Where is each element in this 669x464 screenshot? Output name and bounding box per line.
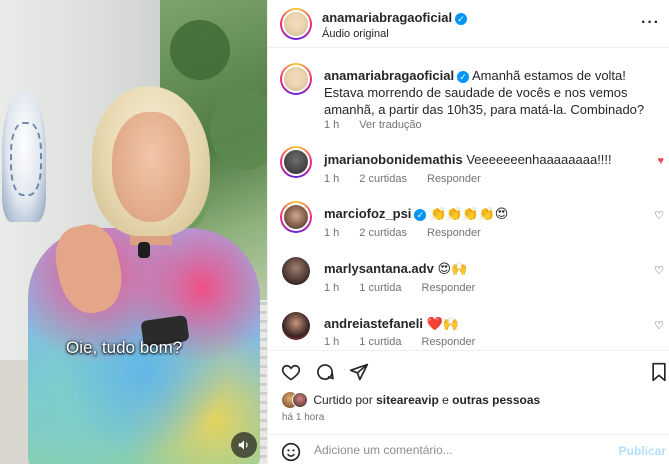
- reply-link[interactable]: Responder: [422, 336, 476, 348]
- caption-time: 1 h: [324, 119, 340, 131]
- share-paper-plane-icon[interactable]: [348, 361, 370, 383]
- verified-icon: ✓: [457, 71, 470, 83]
- post-caption: anamariabragaoficial ✓ Amanhã estamos de …: [324, 67, 659, 118]
- comment: marciofoz_psi ✓ 👏👏👏👏😍: [324, 205, 659, 222]
- comment: marlysantana.adv 😍🙌: [324, 260, 659, 277]
- liked-by-user[interactable]: siteareavip: [376, 393, 439, 407]
- translate-link[interactable]: Ver tradução: [359, 119, 421, 131]
- comment-likes[interactable]: 2 curtidas: [359, 173, 407, 185]
- lapel-microphone: [138, 242, 150, 258]
- comment-avatar[interactable]: [280, 146, 312, 178]
- speaker-icon[interactable]: [231, 432, 257, 458]
- caption-meta: 1 h Ver tradução: [324, 119, 442, 131]
- comment-avatar[interactable]: [282, 312, 310, 340]
- author-username-row[interactable]: anamariabragaoficial ✓: [322, 10, 468, 25]
- posted-ago[interactable]: há 1 hora: [282, 412, 324, 423]
- comment-time: 1 h: [324, 336, 340, 348]
- comment: jmarianobonidemathis Veeeeeeenhaaaaaaaa!…: [324, 151, 659, 168]
- post-sidebar: anamariabragaoficial ✓ Áudio original ···…: [267, 0, 669, 464]
- comment-bubble-icon[interactable]: [314, 361, 336, 383]
- comment-time: 1 h: [324, 227, 340, 239]
- reply-link[interactable]: Responder: [427, 173, 481, 185]
- comment-username[interactable]: marciofoz_psi: [324, 206, 411, 221]
- liked-by-prefix: Curtido por: [313, 393, 373, 407]
- comment-username[interactable]: jmarianobonidemathis: [324, 152, 463, 167]
- comment-time: 1 h: [324, 173, 340, 185]
- comment-like-heart-icon[interactable]: ♡: [654, 209, 664, 222]
- add-comment-bar: Publicar: [268, 434, 669, 464]
- action-bar: [268, 350, 669, 390]
- liker-avatar: [292, 392, 308, 408]
- verified-icon: ✓: [414, 209, 427, 221]
- comments-list: anamariabragaoficial ✓ Amanhã estamos de …: [268, 49, 669, 349]
- like-heart-icon[interactable]: [280, 361, 302, 383]
- comment-avatar[interactable]: [282, 257, 310, 285]
- reply-link[interactable]: Responder: [427, 227, 481, 239]
- caption-avatar[interactable]: [280, 63, 312, 95]
- comment-likes[interactable]: 1 curtida: [359, 336, 401, 348]
- video-caption: Oie, tudo bom?: [66, 338, 183, 357]
- comment: andreiastefaneli ❤️🙌: [324, 315, 659, 332]
- liked-by-line: Curtido por siteareavip e outras pessoas: [282, 392, 540, 410]
- comment-likes[interactable]: 2 curtidas: [359, 227, 407, 239]
- comment-time: 1 h: [324, 282, 340, 294]
- comment-like-heart-icon[interactable]: ♥: [657, 155, 664, 167]
- emoji-icon[interactable]: [280, 441, 302, 463]
- caption-username[interactable]: anamariabragaoficial: [324, 68, 454, 83]
- video-player[interactable]: Oie, tudo bom?: [0, 0, 267, 464]
- plant-foliage: [170, 20, 230, 80]
- comment-text: 👏👏👏👏😍: [430, 206, 509, 221]
- bookmark-icon[interactable]: [648, 361, 669, 383]
- author-avatar[interactable]: [280, 8, 312, 40]
- comment-meta: 1 h 2 curtidas Responder: [324, 227, 501, 239]
- add-comment-input[interactable]: [314, 443, 614, 457]
- comment-like-heart-icon[interactable]: ♡: [654, 319, 664, 332]
- more-options-icon[interactable]: ···: [641, 14, 660, 32]
- post-header: anamariabragaoficial ✓ Áudio original ···: [268, 0, 669, 48]
- verified-icon: ✓: [455, 13, 468, 25]
- comment-text: Veeeeeeenhaaaaaaaa!!!!: [466, 152, 612, 167]
- plant-foliage: [210, 90, 267, 170]
- comment-text: ❤️🙌: [426, 316, 459, 331]
- comment-likes[interactable]: 1 curtida: [359, 282, 401, 294]
- liked-by-conjunction: e: [442, 393, 449, 407]
- face: [112, 112, 190, 222]
- comment-avatar[interactable]: [280, 201, 312, 233]
- porcelain-vase: [2, 92, 46, 222]
- comment-username[interactable]: marlysantana.adv: [324, 261, 434, 276]
- audio-label[interactable]: Áudio original: [322, 28, 389, 40]
- publish-button[interactable]: Publicar: [619, 444, 666, 458]
- comment-meta: 1 h 1 curtida Responder: [324, 336, 495, 348]
- comment-meta: 1 h 1 curtida Responder: [324, 282, 495, 294]
- liked-by-others[interactable]: outras pessoas: [452, 393, 540, 407]
- comment-like-heart-icon[interactable]: ♡: [654, 264, 664, 277]
- reply-link[interactable]: Responder: [422, 282, 476, 294]
- author-username[interactable]: anamariabragaoficial: [322, 10, 452, 25]
- comment-username[interactable]: andreiastefaneli: [324, 316, 423, 331]
- comment-meta: 1 h 2 curtidas Responder: [324, 173, 501, 185]
- comment-text: 😍🙌: [437, 261, 468, 276]
